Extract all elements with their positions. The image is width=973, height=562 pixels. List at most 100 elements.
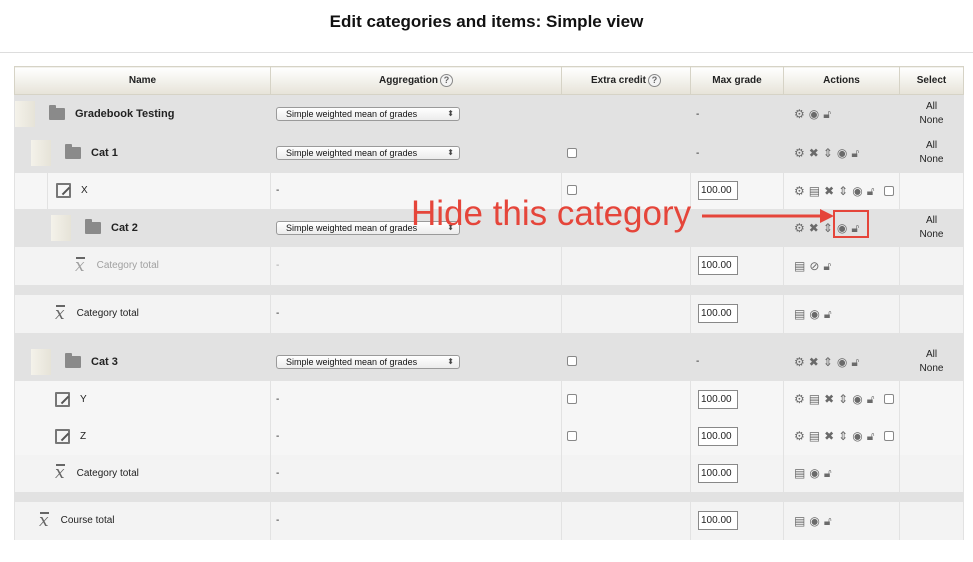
select-none-link[interactable]: None	[900, 362, 963, 376]
max-grade-input[interactable]: 100.00	[698, 256, 738, 275]
eye-icon[interactable]: ◉	[809, 515, 819, 527]
select-none-link[interactable]: None	[900, 228, 963, 242]
category-name: Gradebook Testing	[75, 108, 175, 121]
eye-icon[interactable]: ◉	[809, 467, 819, 479]
move-icon[interactable]: ⇕	[838, 185, 848, 197]
close-icon[interactable]: ✖	[824, 393, 834, 405]
gear-icon[interactable]: ⚙	[794, 356, 805, 368]
edit-icon[interactable]	[55, 391, 70, 407]
lock-icon[interactable]: 🔓︎	[867, 393, 875, 405]
move-icon[interactable]: ⇕	[823, 147, 833, 159]
move-icon[interactable]: ⇕	[823, 356, 833, 368]
max-grade-input[interactable]: 100.00	[698, 511, 738, 530]
max-grade-input[interactable]: 100.00	[698, 389, 738, 409]
folder-icon	[65, 352, 81, 368]
aggregation-dash: -	[276, 308, 280, 319]
close-icon[interactable]: ✖	[824, 185, 834, 197]
aggregation-select[interactable]: Simple weighted mean of grades ⬍	[276, 354, 460, 369]
grader-report-icon[interactable]: ▤	[809, 430, 820, 442]
lock-icon[interactable]: 🔓︎	[823, 108, 831, 120]
header-actions: Actions	[783, 66, 900, 95]
eye-icon[interactable]: ◉	[837, 356, 847, 368]
select-checkbox[interactable]	[883, 185, 894, 196]
select-none-link[interactable]: None	[900, 153, 963, 167]
move-icon[interactable]: ⇕	[838, 430, 848, 442]
course-total-icon: x	[39, 510, 49, 531]
select-arrows-icon: ⬍	[447, 148, 454, 157]
lock-icon[interactable]: 🔓︎	[851, 356, 859, 368]
edit-icon[interactable]	[55, 428, 70, 444]
eye-icon[interactable]: ◉	[809, 108, 819, 120]
eye-icon[interactable]: ◉	[809, 308, 819, 320]
aggregation-dash: -	[276, 185, 280, 196]
lock-icon[interactable]: 🔓︎	[823, 260, 831, 272]
help-icon[interactable]: ?	[648, 74, 662, 87]
grader-report-icon[interactable]: ▤	[794, 515, 805, 527]
gear-icon[interactable]: ⚙	[794, 393, 805, 405]
category-total-icon: x	[55, 303, 65, 324]
close-icon[interactable]: ✖	[824, 430, 834, 442]
max-grade-input[interactable]: 100.00	[698, 181, 738, 200]
select-all-link[interactable]: All	[900, 348, 963, 362]
grader-report-icon[interactable]: ▤	[794, 467, 805, 479]
help-icon[interactable]: ?	[439, 74, 453, 87]
eye-icon[interactable]: ◉	[837, 147, 847, 159]
close-icon[interactable]: ✖	[809, 356, 819, 368]
table-row: Cat 3 Simple weighted mean of grades ⬍ - …	[14, 342, 964, 381]
gear-icon[interactable]: ⚙	[794, 430, 805, 442]
header-name: Name	[14, 66, 271, 95]
select-checkbox[interactable]	[883, 431, 894, 441]
folder-icon	[49, 105, 65, 121]
category-name: Cat 3	[91, 355, 118, 368]
grader-report-icon[interactable]: ▤	[809, 185, 820, 197]
lock-icon[interactable]: 🔓︎	[824, 515, 832, 527]
table-row: x Category total - 100.00 ▤ ⊘ 🔓︎	[14, 246, 964, 285]
select-all-link[interactable]: All	[900, 139, 963, 153]
eye-icon[interactable]: ◉	[852, 430, 862, 442]
max-grade-input[interactable]: 100.00	[698, 426, 738, 446]
gradebook-setup-table: Name Aggregation? Extra credit? Max grad…	[14, 66, 964, 540]
gear-icon[interactable]: ⚙	[794, 108, 805, 120]
grader-report-icon[interactable]: ▤	[794, 260, 805, 272]
category-total-icon: x	[55, 463, 65, 483]
select-all-link[interactable]: All	[900, 100, 963, 114]
extra-credit-checkbox[interactable]	[567, 430, 577, 441]
max-grade-input[interactable]: 100.00	[698, 463, 738, 483]
edit-icon[interactable]	[56, 183, 71, 198]
lock-icon[interactable]: 🔓︎	[824, 308, 832, 320]
aggregation-dash: -	[276, 467, 280, 479]
item-name: Course total	[60, 515, 115, 526]
table-row: Z - 100.00 ⚙ ▤ ✖ ⇕ ◉ 🔓︎	[14, 417, 964, 455]
extra-credit-checkbox[interactable]	[567, 147, 577, 158]
annotation-label: Hide this category	[411, 194, 692, 233]
table-row: Gradebook Testing Simple weighted mean o…	[14, 94, 964, 134]
lock-icon[interactable]: 🔓︎	[867, 430, 875, 442]
item-name: Category total	[76, 308, 139, 319]
select-all-link[interactable]: All	[900, 214, 963, 228]
eye-icon[interactable]: ◉	[852, 185, 862, 197]
close-icon[interactable]: ✖	[809, 147, 819, 159]
item-name: Y	[80, 393, 87, 405]
select-checkbox[interactable]	[883, 394, 894, 404]
row-spacer	[14, 491, 964, 502]
extra-credit-checkbox[interactable]	[567, 356, 577, 367]
aggregation-dash: -	[276, 393, 280, 405]
lock-icon[interactable]: 🔓︎	[867, 185, 875, 197]
lock-icon[interactable]: 🔓︎	[824, 467, 832, 479]
aggregation-select[interactable]: Simple weighted mean of grades ⬍	[276, 146, 460, 160]
extra-credit-checkbox[interactable]	[567, 393, 577, 404]
eye-icon[interactable]: ◉	[852, 393, 862, 405]
gear-icon[interactable]: ⚙	[794, 185, 805, 197]
gear-icon[interactable]: ⚙	[794, 147, 805, 159]
select-none-link[interactable]: None	[900, 114, 963, 128]
grader-report-icon[interactable]: ▤	[794, 308, 805, 320]
category-total-icon: x	[75, 255, 85, 276]
move-icon[interactable]: ⇕	[838, 393, 848, 405]
grader-report-icon[interactable]: ▤	[809, 393, 820, 405]
aggregation-select[interactable]: Simple weighted mean of grades ⬍	[276, 107, 460, 122]
annotation-arrow	[702, 209, 834, 223]
eye-slash-icon[interactable]: ⊘	[809, 260, 819, 272]
lock-icon[interactable]: 🔓︎	[851, 147, 859, 159]
header-extra-credit: Extra credit?	[561, 66, 691, 95]
max-grade-input[interactable]: 100.00	[698, 304, 738, 323]
